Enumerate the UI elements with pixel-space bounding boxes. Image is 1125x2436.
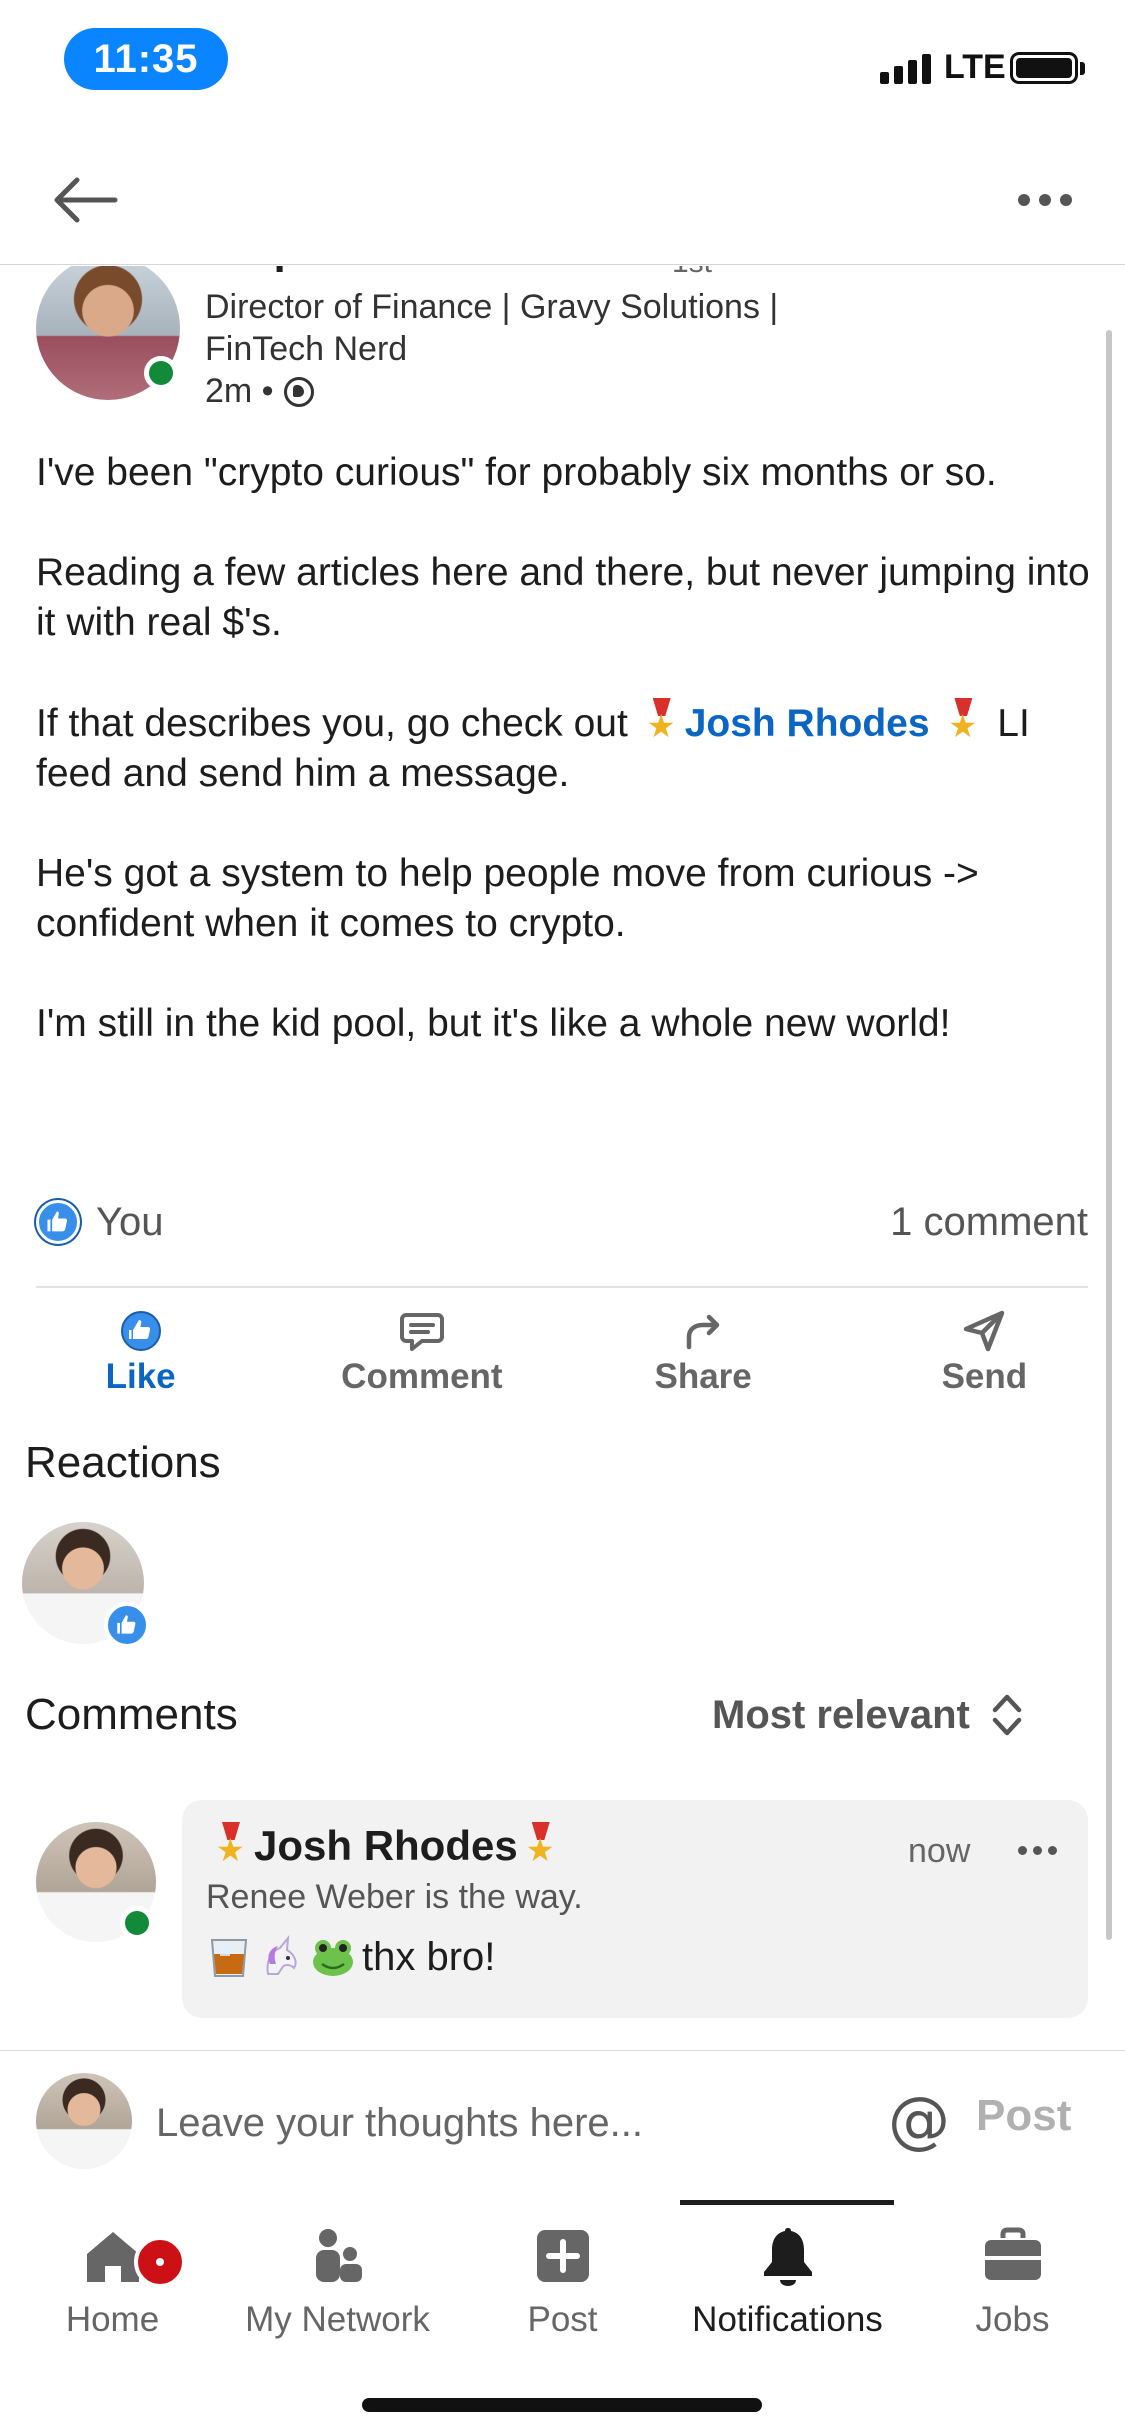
comments-heading: Comments [25, 1690, 238, 1739]
comment-input[interactable] [156, 2091, 856, 2155]
more-horizontal-icon [1017, 1845, 1027, 1855]
tab-my-network-label: My Network [245, 2300, 430, 2339]
online-status-dot [120, 1906, 154, 1940]
comment-author[interactable]: Josh Rhodes [208, 1822, 564, 1870]
send-label: Send [941, 1357, 1028, 1396]
tab-home[interactable]: Home [0, 2200, 225, 2350]
status-bar: 11:35 LTE [0, 0, 1125, 130]
frog-icon [313, 1940, 353, 1976]
connection-degree: 1st [672, 266, 712, 280]
post-paragraph: If that describes you, go check out Josh… [36, 698, 1096, 799]
divider [36, 1286, 1088, 1288]
comment-icon [399, 1313, 444, 1351]
like-label: Like [105, 1357, 176, 1396]
comment-composer: @ Post [0, 2050, 1125, 2200]
sort-dropdown[interactable]: Most relevant [712, 1690, 1024, 1740]
post-detail-content: Stephen Newland 1st Director of Finance … [0, 266, 1125, 2046]
post-body: I've been "crypto curious" for probably … [36, 448, 1096, 1099]
back-button[interactable] [40, 160, 130, 240]
whiskey-glass-icon [210, 1939, 248, 1977]
comment-bubble: Josh Rhodes now Renee Weber is the way. [182, 1800, 1088, 2018]
network-type: LTE [944, 48, 1006, 86]
comment-author-name: Josh Rhodes [254, 1822, 518, 1869]
scroll-indicator[interactable] [1106, 330, 1112, 1940]
post-paragraph: I've been "crypto curious" for probably … [36, 451, 997, 494]
globe-icon [283, 376, 314, 407]
comment-time: now [908, 1832, 971, 1870]
composer-avatar [36, 2073, 132, 2169]
post-action-bar: Like Comment Share Send [0, 1298, 1125, 1408]
post-text: If that describes you, go check out [36, 702, 628, 745]
comment-body-text: thx bro! [362, 1934, 496, 1979]
like-badge-icon [104, 1602, 150, 1648]
notification-badge [134, 2236, 186, 2288]
post-paragraph: He's got a system to help people move fr… [36, 852, 979, 945]
like-reaction-icon [36, 1200, 80, 1244]
comment-more-button[interactable] [1012, 1830, 1062, 1870]
tab-my-network[interactable]: My Network [225, 2200, 450, 2350]
network-icon [315, 2229, 362, 2282]
medal-icon [524, 1822, 558, 1870]
briefcase-icon [984, 2227, 1041, 2280]
comment-count[interactable]: 1 comment [890, 1200, 1088, 1245]
post-time-text: 2m • [205, 372, 274, 410]
comment-text: thx bro! [206, 1934, 495, 1980]
author-name[interactable]: Stephen Newland [205, 266, 572, 274]
share-label: Share [654, 1357, 752, 1396]
battery-icon [1010, 52, 1078, 84]
tab-home-label: Home [65, 2300, 160, 2339]
medal-icon [645, 698, 679, 746]
like-button[interactable]: Like [0, 1298, 281, 1408]
reactions-heading: Reactions [25, 1438, 221, 1487]
post-paragraph: Reading a few articles here and there, b… [36, 551, 1090, 644]
tab-notifications[interactable]: Notifications [675, 2200, 900, 2350]
post-paragraph: I'm still in the kid pool, but it's like… [36, 1002, 951, 1045]
share-button[interactable]: Share [563, 1298, 844, 1408]
comment-author-headline: Renee Weber is the way. [206, 1878, 583, 1916]
plus-square-icon [536, 2230, 589, 2282]
battery-tip [1080, 62, 1085, 75]
online-status-dot [144, 356, 178, 390]
status-time: 11:35 [64, 28, 228, 90]
bell-icon [763, 2228, 812, 2286]
send-button[interactable]: Send [844, 1298, 1125, 1408]
signal-icon [880, 54, 931, 84]
sort-label: Most relevant [712, 1692, 970, 1737]
mention-button[interactable]: @ [886, 2079, 952, 2159]
reactions-label: You [96, 1199, 164, 1244]
home-indicator[interactable] [362, 2398, 762, 2412]
unicorn-icon [266, 1934, 297, 1975]
like-icon [120, 1311, 161, 1351]
reactions-count[interactable]: You [36, 1200, 164, 1245]
send-icon [964, 1310, 1005, 1352]
post-timestamp: 2m • [205, 372, 314, 411]
comment-button[interactable]: Comment [281, 1298, 562, 1408]
tab-post[interactable]: Post [450, 2200, 675, 2350]
tab-jobs-label: Jobs [975, 2300, 1050, 2339]
more-options-button[interactable] [1000, 160, 1090, 240]
share-icon [686, 1314, 720, 1350]
more-horizontal-icon [1018, 194, 1030, 206]
post-comment-button[interactable]: Post [976, 2091, 1071, 2141]
tab-post-label: Post [527, 2300, 598, 2339]
medal-icon [946, 698, 980, 746]
tab-notifications-label: Notifications [692, 2300, 883, 2339]
author-headline: Director of Finance | Gravy Solutions | … [205, 288, 779, 368]
mention-link[interactable]: Josh Rhodes [685, 702, 930, 745]
top-nav [0, 130, 1125, 265]
sort-chevrons-icon [992, 1694, 1022, 1736]
tab-jobs[interactable]: Jobs [900, 2200, 1125, 2350]
social-counts: You 1 comment [36, 1192, 1088, 1252]
arrow-left-icon [54, 177, 118, 223]
comment-label: Comment [341, 1357, 503, 1396]
medal-icon [214, 1822, 248, 1870]
